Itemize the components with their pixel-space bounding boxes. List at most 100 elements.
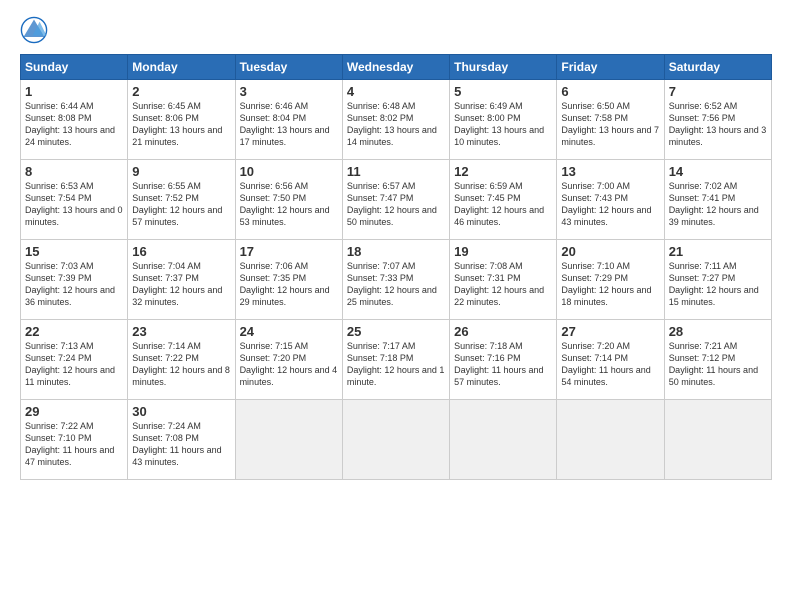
day-cell-27: 27Sunrise: 7:20 AM Sunset: 7:14 PM Dayli… bbox=[557, 320, 664, 400]
calendar-week-3: 15Sunrise: 7:03 AM Sunset: 7:39 PM Dayli… bbox=[21, 240, 772, 320]
day-number: 4 bbox=[347, 84, 445, 99]
day-number: 18 bbox=[347, 244, 445, 259]
day-info: Sunrise: 6:59 AM Sunset: 7:45 PM Dayligh… bbox=[454, 180, 552, 229]
day-info: Sunrise: 7:24 AM Sunset: 7:08 PM Dayligh… bbox=[132, 420, 230, 469]
day-info: Sunrise: 7:00 AM Sunset: 7:43 PM Dayligh… bbox=[561, 180, 659, 229]
day-number: 15 bbox=[25, 244, 123, 259]
day-info: Sunrise: 7:04 AM Sunset: 7:37 PM Dayligh… bbox=[132, 260, 230, 309]
day-info: Sunrise: 7:18 AM Sunset: 7:16 PM Dayligh… bbox=[454, 340, 552, 389]
day-cell-30: 30Sunrise: 7:24 AM Sunset: 7:08 PM Dayli… bbox=[128, 400, 235, 480]
day-info: Sunrise: 6:56 AM Sunset: 7:50 PM Dayligh… bbox=[240, 180, 338, 229]
day-cell-2: 2Sunrise: 6:45 AM Sunset: 8:06 PM Daylig… bbox=[128, 80, 235, 160]
day-number: 23 bbox=[132, 324, 230, 339]
day-number: 28 bbox=[669, 324, 767, 339]
day-cell-19: 19Sunrise: 7:08 AM Sunset: 7:31 PM Dayli… bbox=[450, 240, 557, 320]
day-cell-1: 1Sunrise: 6:44 AM Sunset: 8:08 PM Daylig… bbox=[21, 80, 128, 160]
day-info: Sunrise: 6:49 AM Sunset: 8:00 PM Dayligh… bbox=[454, 100, 552, 149]
weekday-header-wednesday: Wednesday bbox=[342, 55, 449, 80]
day-number: 20 bbox=[561, 244, 659, 259]
day-number: 7 bbox=[669, 84, 767, 99]
day-info: Sunrise: 7:02 AM Sunset: 7:41 PM Dayligh… bbox=[669, 180, 767, 229]
day-number: 17 bbox=[240, 244, 338, 259]
day-info: Sunrise: 7:21 AM Sunset: 7:12 PM Dayligh… bbox=[669, 340, 767, 389]
calendar-week-4: 22Sunrise: 7:13 AM Sunset: 7:24 PM Dayli… bbox=[21, 320, 772, 400]
day-cell-8: 8Sunrise: 6:53 AM Sunset: 7:54 PM Daylig… bbox=[21, 160, 128, 240]
calendar: SundayMondayTuesdayWednesdayThursdayFrid… bbox=[20, 54, 772, 480]
day-number: 10 bbox=[240, 164, 338, 179]
day-cell-13: 13Sunrise: 7:00 AM Sunset: 7:43 PM Dayli… bbox=[557, 160, 664, 240]
day-number: 3 bbox=[240, 84, 338, 99]
day-cell-21: 21Sunrise: 7:11 AM Sunset: 7:27 PM Dayli… bbox=[664, 240, 771, 320]
day-cell-25: 25Sunrise: 7:17 AM Sunset: 7:18 PM Dayli… bbox=[342, 320, 449, 400]
day-number: 25 bbox=[347, 324, 445, 339]
day-info: Sunrise: 6:53 AM Sunset: 7:54 PM Dayligh… bbox=[25, 180, 123, 229]
day-number: 21 bbox=[669, 244, 767, 259]
day-info: Sunrise: 6:57 AM Sunset: 7:47 PM Dayligh… bbox=[347, 180, 445, 229]
calendar-week-1: 1Sunrise: 6:44 AM Sunset: 8:08 PM Daylig… bbox=[21, 80, 772, 160]
day-number: 29 bbox=[25, 404, 123, 419]
day-cell-20: 20Sunrise: 7:10 AM Sunset: 7:29 PM Dayli… bbox=[557, 240, 664, 320]
day-info: Sunrise: 7:17 AM Sunset: 7:18 PM Dayligh… bbox=[347, 340, 445, 389]
calendar-week-5: 29Sunrise: 7:22 AM Sunset: 7:10 PM Dayli… bbox=[21, 400, 772, 480]
day-info: Sunrise: 6:48 AM Sunset: 8:02 PM Dayligh… bbox=[347, 100, 445, 149]
empty-cell bbox=[450, 400, 557, 480]
day-number: 12 bbox=[454, 164, 552, 179]
day-cell-15: 15Sunrise: 7:03 AM Sunset: 7:39 PM Dayli… bbox=[21, 240, 128, 320]
day-number: 30 bbox=[132, 404, 230, 419]
day-number: 14 bbox=[669, 164, 767, 179]
weekday-header-saturday: Saturday bbox=[664, 55, 771, 80]
day-number: 16 bbox=[132, 244, 230, 259]
day-cell-18: 18Sunrise: 7:07 AM Sunset: 7:33 PM Dayli… bbox=[342, 240, 449, 320]
empty-cell bbox=[235, 400, 342, 480]
weekday-header-sunday: Sunday bbox=[21, 55, 128, 80]
day-info: Sunrise: 7:15 AM Sunset: 7:20 PM Dayligh… bbox=[240, 340, 338, 389]
day-info: Sunrise: 7:08 AM Sunset: 7:31 PM Dayligh… bbox=[454, 260, 552, 309]
weekday-header-tuesday: Tuesday bbox=[235, 55, 342, 80]
day-info: Sunrise: 6:46 AM Sunset: 8:04 PM Dayligh… bbox=[240, 100, 338, 149]
day-cell-6: 6Sunrise: 6:50 AM Sunset: 7:58 PM Daylig… bbox=[557, 80, 664, 160]
day-number: 13 bbox=[561, 164, 659, 179]
day-info: Sunrise: 6:52 AM Sunset: 7:56 PM Dayligh… bbox=[669, 100, 767, 149]
day-cell-9: 9Sunrise: 6:55 AM Sunset: 7:52 PM Daylig… bbox=[128, 160, 235, 240]
day-cell-29: 29Sunrise: 7:22 AM Sunset: 7:10 PM Dayli… bbox=[21, 400, 128, 480]
day-number: 19 bbox=[454, 244, 552, 259]
day-number: 8 bbox=[25, 164, 123, 179]
day-info: Sunrise: 7:03 AM Sunset: 7:39 PM Dayligh… bbox=[25, 260, 123, 309]
day-info: Sunrise: 7:20 AM Sunset: 7:14 PM Dayligh… bbox=[561, 340, 659, 389]
day-info: Sunrise: 7:07 AM Sunset: 7:33 PM Dayligh… bbox=[347, 260, 445, 309]
day-info: Sunrise: 7:13 AM Sunset: 7:24 PM Dayligh… bbox=[25, 340, 123, 389]
day-cell-12: 12Sunrise: 6:59 AM Sunset: 7:45 PM Dayli… bbox=[450, 160, 557, 240]
day-cell-17: 17Sunrise: 7:06 AM Sunset: 7:35 PM Dayli… bbox=[235, 240, 342, 320]
day-number: 22 bbox=[25, 324, 123, 339]
day-info: Sunrise: 7:06 AM Sunset: 7:35 PM Dayligh… bbox=[240, 260, 338, 309]
day-info: Sunrise: 7:14 AM Sunset: 7:22 PM Dayligh… bbox=[132, 340, 230, 389]
empty-cell bbox=[557, 400, 664, 480]
day-cell-26: 26Sunrise: 7:18 AM Sunset: 7:16 PM Dayli… bbox=[450, 320, 557, 400]
day-cell-22: 22Sunrise: 7:13 AM Sunset: 7:24 PM Dayli… bbox=[21, 320, 128, 400]
day-number: 9 bbox=[132, 164, 230, 179]
day-info: Sunrise: 7:22 AM Sunset: 7:10 PM Dayligh… bbox=[25, 420, 123, 469]
day-number: 11 bbox=[347, 164, 445, 179]
day-cell-4: 4Sunrise: 6:48 AM Sunset: 8:02 PM Daylig… bbox=[342, 80, 449, 160]
day-number: 26 bbox=[454, 324, 552, 339]
day-info: Sunrise: 6:50 AM Sunset: 7:58 PM Dayligh… bbox=[561, 100, 659, 149]
logo bbox=[20, 16, 52, 44]
day-number: 1 bbox=[25, 84, 123, 99]
day-cell-16: 16Sunrise: 7:04 AM Sunset: 7:37 PM Dayli… bbox=[128, 240, 235, 320]
empty-cell bbox=[342, 400, 449, 480]
day-cell-28: 28Sunrise: 7:21 AM Sunset: 7:12 PM Dayli… bbox=[664, 320, 771, 400]
day-cell-7: 7Sunrise: 6:52 AM Sunset: 7:56 PM Daylig… bbox=[664, 80, 771, 160]
day-number: 5 bbox=[454, 84, 552, 99]
weekday-header-thursday: Thursday bbox=[450, 55, 557, 80]
day-number: 6 bbox=[561, 84, 659, 99]
calendar-week-2: 8Sunrise: 6:53 AM Sunset: 7:54 PM Daylig… bbox=[21, 160, 772, 240]
day-cell-10: 10Sunrise: 6:56 AM Sunset: 7:50 PM Dayli… bbox=[235, 160, 342, 240]
day-number: 27 bbox=[561, 324, 659, 339]
day-number: 24 bbox=[240, 324, 338, 339]
logo-icon bbox=[20, 16, 48, 44]
day-cell-23: 23Sunrise: 7:14 AM Sunset: 7:22 PM Dayli… bbox=[128, 320, 235, 400]
day-info: Sunrise: 6:45 AM Sunset: 8:06 PM Dayligh… bbox=[132, 100, 230, 149]
day-info: Sunrise: 7:11 AM Sunset: 7:27 PM Dayligh… bbox=[669, 260, 767, 309]
day-number: 2 bbox=[132, 84, 230, 99]
day-cell-11: 11Sunrise: 6:57 AM Sunset: 7:47 PM Dayli… bbox=[342, 160, 449, 240]
